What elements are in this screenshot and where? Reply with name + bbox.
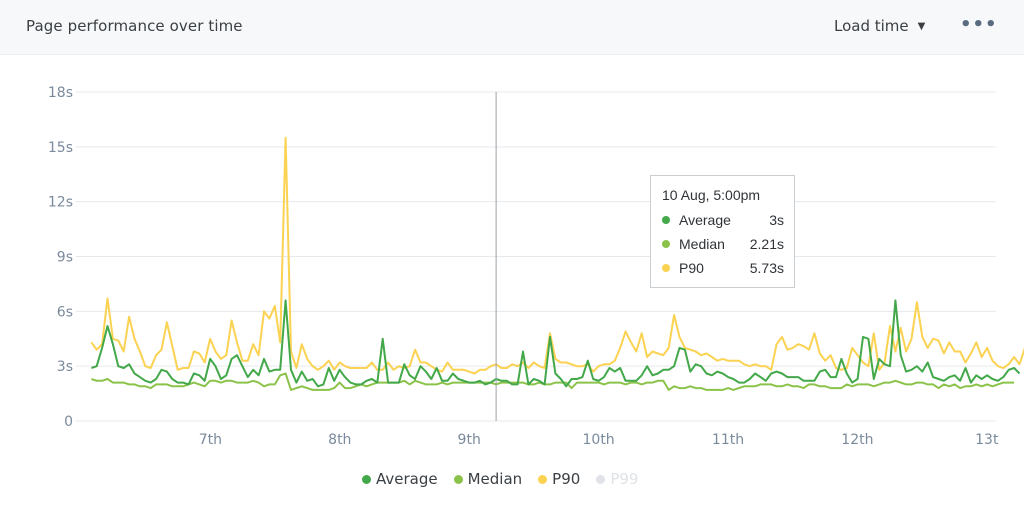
y-tick-label: 9s [57, 250, 73, 266]
p90-dot-icon [538, 474, 548, 484]
legend-label: P99 [610, 470, 639, 488]
median-dot-icon [662, 240, 670, 248]
panel-title: Page performance over time [26, 17, 243, 35]
tooltip-label: Median [679, 236, 725, 252]
panel-header: Page performance over time Load time ▼ •… [0, 0, 1024, 55]
y-tick-label: 18s [48, 85, 73, 101]
line-chart[interactable]: 0 3s 6s 9s 12s 15s 18s 7th 8th 9th 10th 11th 12th 13… [0, 55, 1024, 455]
series-lines [90, 136, 1024, 391]
x-axis-ticks: 7th 8th 9th 10th 11th 12th 13t [199, 432, 999, 448]
tooltip-row-p90: P90 5.73s [662, 260, 784, 276]
y-tick-label: 6s [57, 304, 73, 320]
tooltip-value: 5.73s [749, 260, 784, 276]
tooltip-label: Average [679, 212, 731, 228]
metric-select-label: Load time [834, 17, 909, 35]
more-options-button[interactable]: ••• [960, 14, 998, 35]
x-tick-label: 13t [975, 432, 999, 448]
x-tick-label: 12th [841, 432, 873, 448]
series-line-average [91, 299, 1021, 388]
x-tick-label: 8th [328, 432, 351, 448]
x-tick-label: 9th [458, 432, 481, 448]
average-dot-icon [362, 474, 371, 484]
caret-down-icon: ▼ [917, 20, 926, 32]
metric-select-dropdown[interactable]: Load time ▼ [834, 17, 925, 35]
average-dot-icon [662, 216, 670, 224]
legend-label: Median [467, 470, 523, 488]
tooltip-label: P90 [679, 260, 704, 276]
tooltip-value: 2.21s [749, 236, 784, 252]
legend-item-average[interactable]: Average [362, 470, 438, 488]
legend-item-median[interactable]: Median [453, 470, 523, 488]
tooltip-row-median: Median 2.21s [662, 236, 784, 252]
legend-item-p90[interactable]: P90 [538, 470, 580, 488]
legend-item-p99[interactable]: P99 [596, 470, 638, 488]
median-dot-icon [453, 474, 463, 484]
chart-tooltip: 10 Aug, 5:00pm Average 3s Median 2.21s P… [650, 175, 795, 288]
p99-dot-icon [596, 474, 606, 484]
y-tick-label: 3s [57, 359, 73, 375]
p90-dot-icon [662, 264, 670, 272]
x-tick-label: 7th [199, 432, 222, 448]
x-tick-label: 11th [712, 432, 744, 448]
tooltip-title: 10 Aug, 5:00pm [662, 187, 761, 203]
legend-label: Average [376, 470, 438, 488]
tooltip-value: 3s [769, 212, 784, 228]
y-tick-label: 15s [48, 140, 73, 156]
y-tick-label: 12s [48, 195, 73, 211]
y-tick-label: 0 [64, 414, 73, 430]
x-tick-label: 10th [583, 432, 615, 448]
ellipsis-icon: ••• [960, 14, 998, 35]
tooltip-row-average: Average 3s [662, 212, 784, 228]
legend-label: P90 [552, 470, 581, 488]
series-line-median [91, 372, 1015, 391]
chart-legend: Average Median P90 P99 [362, 470, 654, 488]
series-line-p90 [90, 136, 1024, 375]
y-axis-ticks: 0 3s 6s 9s 12s 15s 18s [48, 85, 73, 430]
